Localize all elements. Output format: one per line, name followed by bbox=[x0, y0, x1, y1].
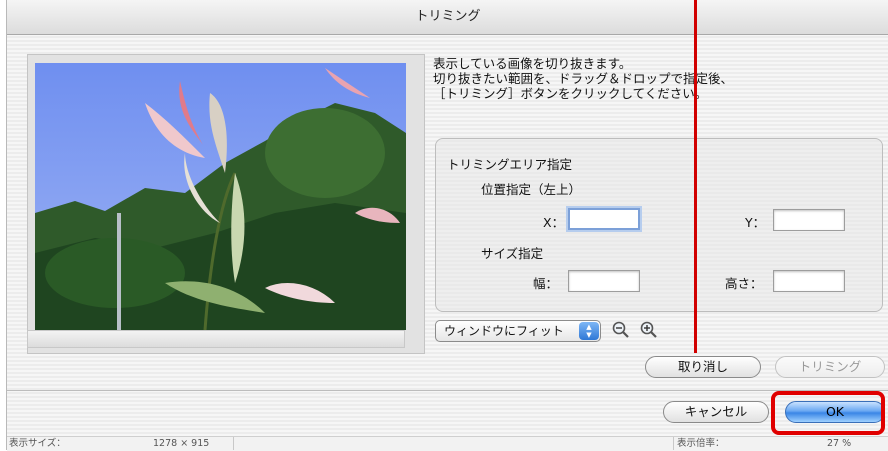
size-label: サイズ指定 bbox=[481, 246, 544, 261]
button-separator bbox=[7, 390, 888, 391]
display-size-value: 1278 × 915 bbox=[153, 438, 210, 449]
instruction-line-1: 表示している画像を切り抜きます。 bbox=[433, 56, 632, 71]
status-divider bbox=[233, 437, 234, 450]
x-label: X： bbox=[543, 215, 565, 230]
trim-button[interactable]: トリミング bbox=[775, 356, 885, 378]
undo-button[interactable]: 取り消し bbox=[645, 356, 761, 378]
y-label: Y： bbox=[745, 215, 766, 230]
trimming-dialog: トリミング 表示している画像を切り抜きます。 切り抜きたい範囲を、ドラッグ＆ドロ… bbox=[6, 0, 888, 451]
height-field[interactable] bbox=[773, 270, 845, 292]
popup-arrows-icon: ▲ ▼ bbox=[579, 322, 599, 340]
image-preview[interactable] bbox=[35, 63, 406, 330]
width-label: 幅： bbox=[533, 276, 559, 291]
status-bar: 表示サイズ： 1278 × 915 表示倍率： 27 % bbox=[7, 436, 888, 451]
height-label: 高さ： bbox=[725, 276, 763, 291]
instruction-line-3: ［トリミング］ボタンをクリックしてください。 bbox=[433, 86, 708, 101]
zoom-ratio-label: 表示倍率： bbox=[677, 438, 725, 449]
dialog-title: トリミング bbox=[7, 0, 888, 35]
view-size-popup-value: ウィンドウにフィット bbox=[444, 324, 564, 338]
y-field[interactable] bbox=[773, 209, 845, 231]
status-divider bbox=[673, 437, 674, 450]
zoom-ratio-value: 27 % bbox=[827, 438, 852, 449]
instructions: 表示している画像を切り抜きます。 切り抜きたい範囲を、ドラッグ＆ドロップで指定後… bbox=[433, 56, 733, 101]
view-size-popup[interactable]: ウィンドウにフィット ▲ ▼ bbox=[435, 320, 601, 342]
zoom-in-icon[interactable] bbox=[639, 320, 659, 340]
annotation-highlight-box bbox=[771, 391, 885, 435]
instruction-line-2: 切り抜きたい範囲を、ドラッグ＆ドロップで指定後、 bbox=[433, 71, 734, 86]
preview-horizontal-scrollbar[interactable] bbox=[27, 330, 405, 348]
cancel-button[interactable]: キャンセル bbox=[663, 401, 769, 423]
zoom-out-icon[interactable] bbox=[611, 320, 631, 340]
x-field[interactable] bbox=[568, 208, 640, 230]
display-size-label: 表示サイズ： bbox=[9, 438, 66, 449]
width-field[interactable] bbox=[568, 270, 640, 292]
trim-area-title: トリミングエリア指定 bbox=[447, 157, 573, 172]
annotation-callout-line bbox=[694, 0, 697, 353]
position-label: 位置指定（左上） bbox=[481, 182, 582, 197]
